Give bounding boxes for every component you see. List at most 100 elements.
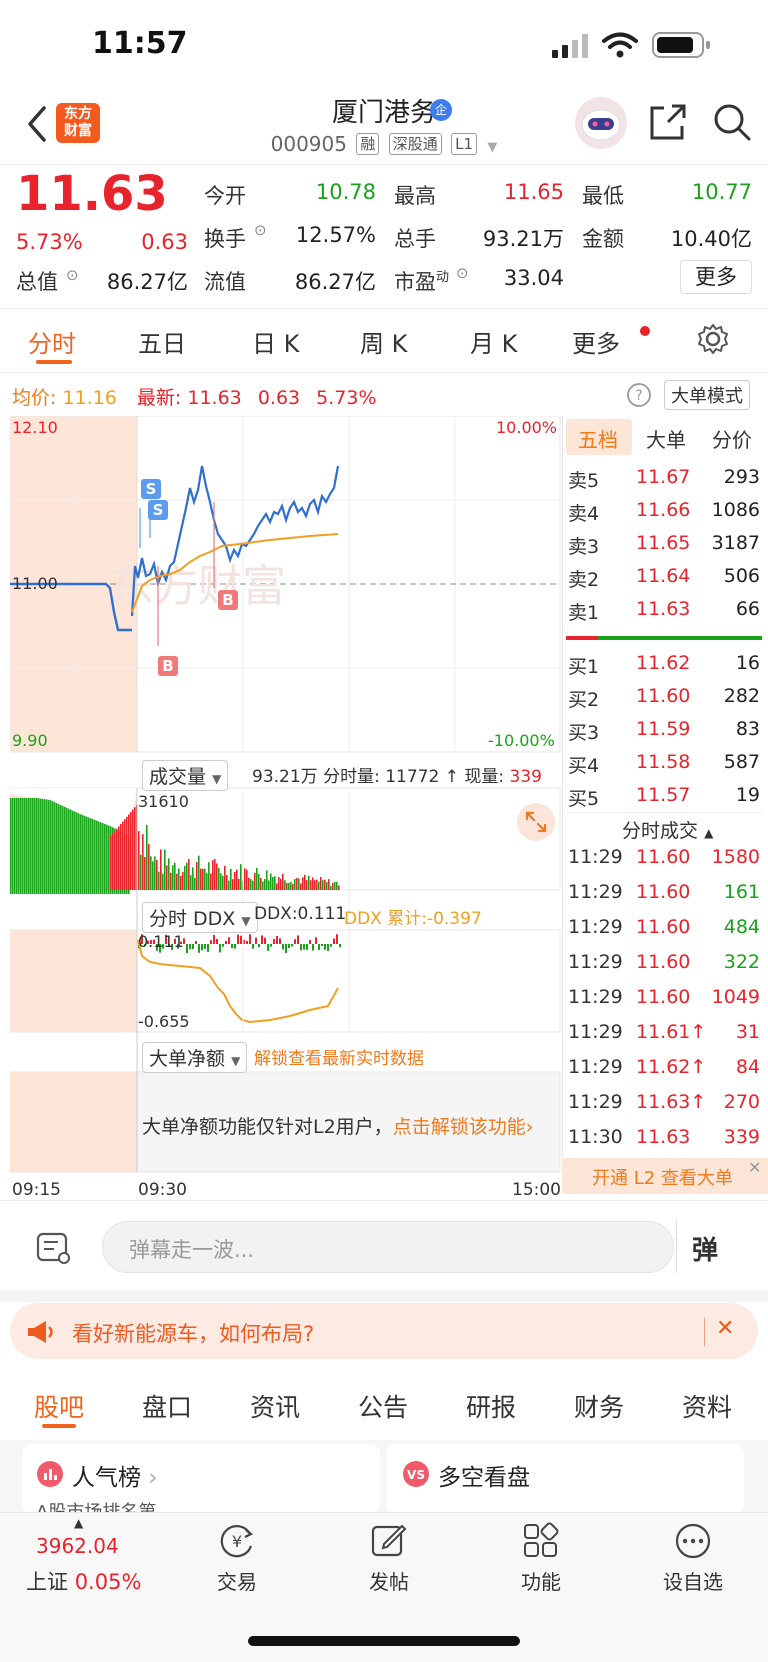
- tick-row: 11:30 11.63 339: [568, 1126, 760, 1148]
- buy-marker[interactable]: B: [158, 656, 178, 676]
- section-gap: [0, 1290, 768, 1302]
- bid-row: 买2 11.60 282: [568, 685, 760, 711]
- ticks-divider: [566, 812, 762, 813]
- side-tab-big-order[interactable]: 大单: [646, 424, 686, 453]
- premarket-volume-bar: [18, 798, 20, 894]
- big-order-mode-button[interactable]: 大单模式: [664, 380, 750, 410]
- sell-marker[interactable]: S: [148, 500, 168, 520]
- bignet-indicator-selector[interactable]: 大单净额 ▼: [142, 1042, 248, 1073]
- ticks-title[interactable]: 分时成交 ▲: [622, 816, 713, 843]
- tab-five-day[interactable]: 五日: [138, 324, 186, 359]
- danmu-settings-icon[interactable]: [34, 1228, 74, 1268]
- intraday-info-line: 均价: 11.16 最新: 11.63 0.63 5.73%: [12, 387, 377, 409]
- buy-marker[interactable]: B: [218, 590, 238, 610]
- tick-row: 11:29 11.63↑ 270: [568, 1091, 760, 1113]
- tab-forum[interactable]: 股吧: [34, 1388, 84, 1424]
- l2-open-link[interactable]: 开通 L2 查看大单: [592, 1164, 733, 1190]
- close-icon[interactable]: ✕: [748, 1158, 761, 1177]
- volume-indicator-selector[interactable]: 成交量 ▼: [142, 760, 229, 791]
- volume-bar: [150, 856, 152, 890]
- tab-order-book[interactable]: 盘口: [142, 1388, 192, 1424]
- volume-bar: [162, 873, 164, 890]
- premarket-volume-bar: [38, 798, 40, 894]
- banner-text[interactable]: 看好新能源车，如何布局?: [72, 1318, 314, 1348]
- bignet-unlock-feature-link[interactable]: 点击解锁该功能: [393, 1116, 526, 1138]
- danmu-toggle-button[interactable]: 弹: [692, 1230, 718, 1267]
- volume-bar: [114, 831, 116, 890]
- tab-month-k[interactable]: 月 K: [470, 324, 517, 359]
- more-dots-icon[interactable]: [674, 1522, 712, 1560]
- ddx-bar: [297, 935, 299, 944]
- nav-post[interactable]: 发帖: [339, 1566, 439, 1595]
- ranking-icon: [37, 1461, 63, 1487]
- tab-announcements[interactable]: 公告: [358, 1388, 408, 1424]
- volume-bar: [224, 865, 226, 890]
- index-value[interactable]: 3962.04: [36, 1534, 119, 1558]
- info-circle-icon[interactable]: ⊙: [66, 266, 79, 284]
- tab-finance[interactable]: 财务: [574, 1388, 624, 1424]
- help-icon[interactable]: ?: [626, 382, 652, 408]
- premarket-volume-bar: [42, 798, 44, 894]
- robot-assistant-icon[interactable]: [574, 96, 628, 150]
- side-tab-price-dist[interactable]: 分价: [712, 424, 752, 453]
- more-button[interactable]: 更多: [680, 260, 752, 294]
- popularity-subtitle: A股市场排名第: [36, 1498, 156, 1512]
- tab-more[interactable]: 更多: [572, 324, 620, 359]
- compose-post-icon[interactable]: [370, 1522, 408, 1560]
- premarket-volume-bar: [72, 798, 74, 894]
- premarket-volume-bar: [64, 798, 66, 894]
- trade-yuan-icon[interactable]: ¥: [218, 1522, 256, 1560]
- volume-bar: [318, 881, 320, 890]
- banner-close-icon[interactable]: ✕: [716, 1316, 734, 1341]
- battery-icon: [652, 32, 710, 58]
- ddx-bar: [282, 944, 284, 950]
- search-icon[interactable]: [712, 102, 752, 142]
- volume-bar: [226, 875, 228, 890]
- danmu-input[interactable]: 弹幕走一波...: [102, 1221, 674, 1273]
- ddx-bar: [270, 944, 272, 947]
- nav-add-watchlist[interactable]: 设自选: [643, 1566, 743, 1595]
- nav-trade[interactable]: 交易: [187, 1566, 287, 1595]
- sell-marker[interactable]: S: [141, 479, 161, 499]
- volume-bar: [316, 879, 318, 890]
- premarket-shade: [10, 930, 137, 1032]
- info-circle-icon[interactable]: ⊙: [456, 264, 469, 282]
- volume-bar: [142, 834, 144, 890]
- tab-week-k[interactable]: 周 K: [360, 324, 407, 359]
- volume-bar: [110, 836, 112, 890]
- up-triangle-icon: ▲: [74, 1516, 84, 1530]
- index-summary[interactable]: 上证 0.05%: [26, 1566, 141, 1596]
- ddx-bar: [186, 944, 188, 954]
- ddx-bar: [207, 944, 209, 952]
- nav-functions[interactable]: 功能: [491, 1566, 591, 1595]
- premarket-volume-bar: [48, 798, 50, 894]
- bid-row: 买4 11.58 587: [568, 751, 760, 777]
- tab-intraday[interactable]: 分时: [28, 324, 76, 359]
- volume-bar: [252, 880, 254, 890]
- expand-icon[interactable]: [516, 802, 556, 842]
- settings-gear-icon[interactable]: [696, 322, 730, 356]
- volume-bar: [230, 868, 232, 890]
- ddx-value: DDX:0.111: [254, 904, 347, 924]
- bignet-unlock-link[interactable]: 解锁查看最新实时数据: [254, 1044, 424, 1069]
- ddx-bar: [309, 940, 311, 944]
- tick-row: 11:29 11.60 161: [568, 881, 760, 903]
- ddx-indicator-selector[interactable]: 分时 DDX ▼: [142, 902, 258, 933]
- tag-connect: 深股通: [388, 133, 442, 155]
- tab-research[interactable]: 研报: [466, 1388, 516, 1424]
- pe-label: 市盈动: [394, 270, 450, 294]
- volume-bar: [234, 871, 236, 890]
- side-tab-five-level[interactable]: 五档: [578, 424, 618, 453]
- tick-row: 11:29 11.61↑ 31: [568, 1021, 760, 1043]
- tab-day-k[interactable]: 日 K: [252, 324, 299, 359]
- low-value: 10.77: [691, 180, 752, 204]
- tab-news[interactable]: 资讯: [250, 1388, 300, 1424]
- volume-bar: [170, 872, 172, 890]
- pe-value: 33.04: [503, 266, 564, 290]
- pct-axis-bottom: -10.00%: [488, 731, 555, 750]
- info-circle-icon[interactable]: ⊙: [254, 221, 267, 239]
- function-grid-icon[interactable]: [522, 1522, 560, 1560]
- share-icon[interactable]: [648, 102, 688, 142]
- ddx-bar: [303, 944, 305, 950]
- tab-profile[interactable]: 资料: [682, 1388, 732, 1424]
